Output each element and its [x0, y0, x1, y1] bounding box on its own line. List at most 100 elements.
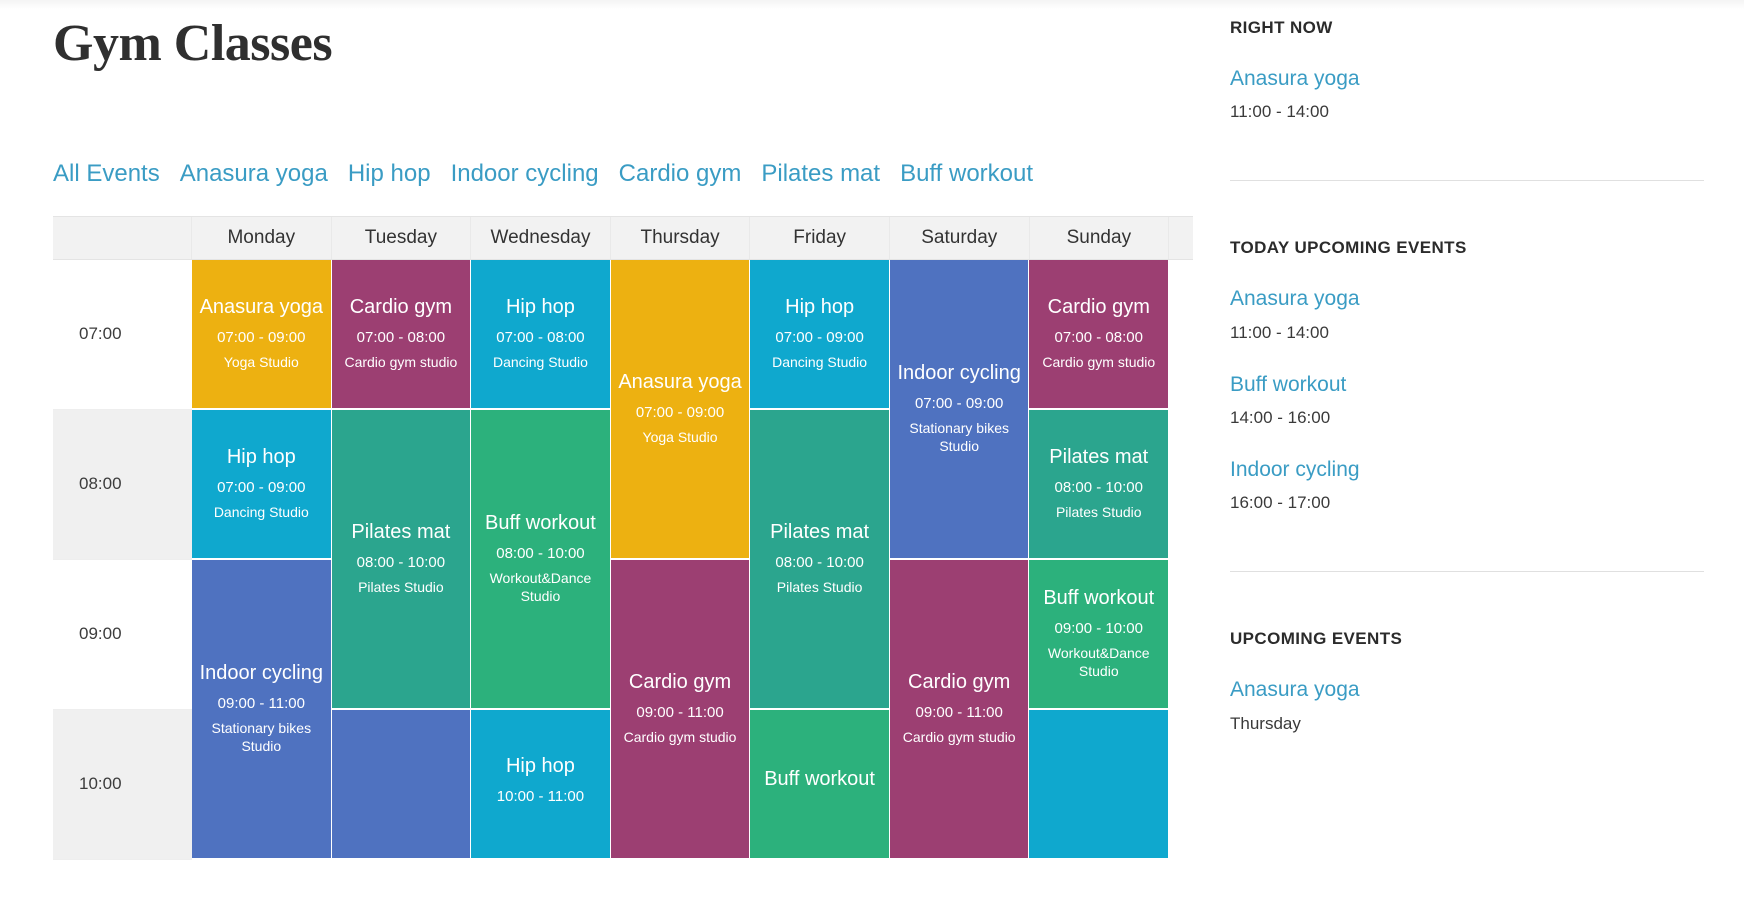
sidebar-section-right-now: RIGHT NOW Anasura yoga 11:00 - 14:00	[1230, 17, 1704, 124]
event-location: Dancing Studio	[492, 354, 588, 371]
calendar-event[interactable]: Cardio gym 09:00 - 11:00 Cardio gym studio	[610, 559, 750, 860]
event-location: Stationary bikes Studio	[211, 720, 312, 755]
sidebar-event-item: Anasura yoga Thursday	[1230, 676, 1704, 735]
day-column-wednesday: Hip hop 07:00 - 08:00 Dancing Studio Buff w…	[471, 259, 611, 860]
event-time: 08:00 - 10:00	[775, 553, 864, 571]
event-time: 09:00 - 10:00	[1054, 619, 1143, 637]
event-time: 07:00 - 09:00	[217, 478, 306, 496]
event-title: Indoor cycling	[897, 362, 1021, 385]
calendar-event[interactable]: Cardio gym 07:00 - 08:00 Cardio gym studio	[331, 259, 471, 410]
calendar-event[interactable]: Pilates mat 08:00 - 10:00 Pilates Studio	[750, 409, 889, 710]
event-location: Cardio gym studio	[623, 729, 737, 746]
event-title: Hip hop	[226, 446, 296, 469]
sidebar-divider-2	[1230, 571, 1704, 573]
calendar-event[interactable]: Hip hop 07:00 - 08:00 Dancing Studio	[471, 259, 610, 410]
filter-link-indoor-cycling[interactable]: Indoor cycling	[451, 160, 599, 189]
sidebar-event-link[interactable]: Buff workout	[1230, 371, 1704, 398]
calendar-event[interactable]: Anasura yoga 07:00 - 09:00 Yoga Studio	[610, 259, 750, 560]
event-location: Cardio gym studio	[344, 354, 458, 371]
calendar-event[interactable]: Hip hop 07:00 - 09:00 Dancing Studio	[192, 409, 331, 560]
day-column-thursday: Anasura yoga 07:00 - 09:00 Yoga Studio Card…	[610, 259, 751, 860]
time-row-0700: 07:00	[53, 260, 192, 410]
filter-link-hip-hop[interactable]: Hip hop	[348, 160, 431, 189]
calendar-event[interactable]: Buff workout	[750, 709, 889, 860]
event-location: Workout&Dance Studio	[1047, 645, 1150, 680]
event-title: Indoor cycling	[199, 662, 323, 685]
event-time: 09:00 - 11:00	[915, 703, 1003, 721]
sidebar-event-link[interactable]: Anasura yoga	[1230, 676, 1704, 703]
event-title: Pilates mat	[770, 521, 870, 544]
right-now-heading: RIGHT NOW	[1230, 18, 1333, 37]
event-title: Cardio gym	[349, 296, 452, 319]
filter-link-cardio-gym[interactable]: Cardio gym	[619, 160, 742, 189]
sidebar-event-time: 14:00 - 16:00	[1230, 407, 1331, 427]
calendar-event[interactable]	[331, 709, 471, 860]
event-title: Buff workout	[764, 768, 875, 791]
day-header-saturday: Saturday	[890, 216, 1030, 259]
calendar-event[interactable]: Hip hop 10:00 - 11:00	[471, 709, 610, 860]
main-content: Gym Classes All Events Anasura yoga Hip ho…	[0, 0, 1200, 901]
day-header-thursday: Thursday	[611, 216, 751, 259]
sidebar-event-link[interactable]: Anasura yoga	[1230, 65, 1704, 92]
calendar-event[interactable]: Pilates mat 08:00 - 10:00 Pilates Studio	[331, 409, 471, 710]
event-location: Pilates Studio	[1055, 504, 1142, 521]
calendar-event[interactable]: Indoor cycling 07:00 - 09:00 Stationary bi…	[889, 259, 1029, 560]
day-header-tuesday: Tuesday	[332, 216, 472, 259]
time-label: 07:00	[79, 324, 122, 344]
event-title: Cardio gym	[628, 671, 732, 694]
calendar-event[interactable]: Buff workout 08:00 - 10:00 Workout&Dance S…	[471, 409, 610, 710]
filter-link-anasura-yoga[interactable]: Anasura yoga	[180, 160, 328, 189]
day-column-monday: Anasura yoga 07:00 - 09:00 Yoga Studio Hip …	[192, 259, 332, 860]
calendar-event[interactable]: Anasura yoga 07:00 - 09:00 Yoga Studio	[192, 259, 331, 410]
day-header-friday: Friday	[750, 216, 890, 259]
calendar-event[interactable]: Cardio gym 07:00 - 08:00 Cardio gym studio	[1029, 259, 1169, 410]
upcoming-event-list: Anasura yoga Thursday	[1230, 676, 1704, 735]
sidebar-event-item: Indoor cycling 16:00 - 17:00	[1230, 456, 1704, 515]
day-column-tuesday: Cardio gym 07:00 - 08:00 Cardio gym studio…	[331, 259, 472, 860]
sidebar-event-link[interactable]: Indoor cycling	[1230, 456, 1704, 483]
time-axis-column: 07:00 08:00 09:00 10:00	[53, 260, 192, 860]
calendar-event[interactable]: Indoor cycling 09:00 - 11:00 Stationary bi…	[192, 559, 331, 860]
calendar-event[interactable]: Cardio gym 09:00 - 11:00 Cardio gym studio	[889, 559, 1029, 860]
calendar-event[interactable]: Buff workout 09:00 - 10:00 Workout&Dance S…	[1029, 559, 1169, 710]
calendar-corner-cell	[53, 216, 192, 259]
calendar-event[interactable]: Pilates mat 08:00 - 10:00 Pilates Studio	[1029, 409, 1169, 560]
sidebar-event-item: Buff workout 14:00 - 16:00	[1230, 371, 1704, 430]
calendar-event[interactable]	[1029, 709, 1169, 860]
event-time: 07:00 - 09:00	[775, 328, 864, 346]
event-title: Cardio gym	[1047, 296, 1150, 319]
page-title: Gym Classes	[53, 15, 333, 72]
event-title: Anasura yoga	[618, 371, 742, 394]
today-upcoming-heading: TODAY UPCOMING EVENTS	[1230, 238, 1467, 258]
day-columns: Anasura yoga 07:00 - 09:00 Yoga Studio Hip …	[192, 259, 1170, 860]
event-location: Workout&Dance Studio	[489, 570, 592, 605]
sidebar-event-time: Thursday	[1230, 713, 1301, 733]
event-title: Hip hop	[785, 296, 855, 319]
upcoming-heading: UPCOMING EVENTS	[1230, 629, 1403, 649]
sidebar-event-link[interactable]: Anasura yoga	[1230, 285, 1704, 312]
today-upcoming-event-list: Anasura yoga 11:00 - 14:00 Buff workout 14:…	[1230, 285, 1704, 515]
event-time: 07:00 - 08:00	[356, 328, 446, 346]
event-location: Yoga Studio	[223, 354, 299, 371]
event-title: Buff workout	[1043, 587, 1155, 610]
sidebar-event-time: 11:00 - 14:00	[1230, 102, 1329, 122]
event-filter-bar: All Events Anasura yoga Hip hop Indoor cycl…	[53, 160, 1200, 189]
gym-classes-page: Gym Classes All Events Anasura yoga Hip ho…	[0, 0, 1744, 901]
calendar-event[interactable]: Hip hop 07:00 - 09:00 Dancing Studio	[750, 259, 889, 410]
sidebar-event-time: 16:00 - 17:00	[1230, 493, 1331, 513]
day-header-monday: Monday	[192, 216, 332, 259]
sidebar-event-item: Anasura yoga 11:00 - 14:00	[1230, 65, 1704, 124]
event-location: Dancing Studio	[772, 354, 868, 371]
filter-link-buff-workout[interactable]: Buff workout	[900, 160, 1033, 189]
day-column-friday: Hip hop 07:00 - 09:00 Dancing Studio Pilate…	[750, 259, 890, 860]
event-location: Yoga Studio	[642, 429, 718, 446]
time-row-0800: 08:00	[53, 409, 192, 560]
event-title: Pilates mat	[1049, 446, 1149, 469]
event-time: 07:00 - 08:00	[1054, 328, 1143, 346]
schedule-calendar: Monday Tuesday Wednesday Thursday Friday Satu…	[53, 215, 1193, 860]
filter-link-all-events[interactable]: All Events	[53, 160, 160, 189]
event-time: 07:00 - 08:00	[496, 328, 585, 346]
event-time: 07:00 - 09:00	[217, 328, 306, 346]
filter-link-pilates-mat[interactable]: Pilates mat	[761, 160, 880, 189]
time-row-1000: 10:00	[53, 709, 192, 860]
